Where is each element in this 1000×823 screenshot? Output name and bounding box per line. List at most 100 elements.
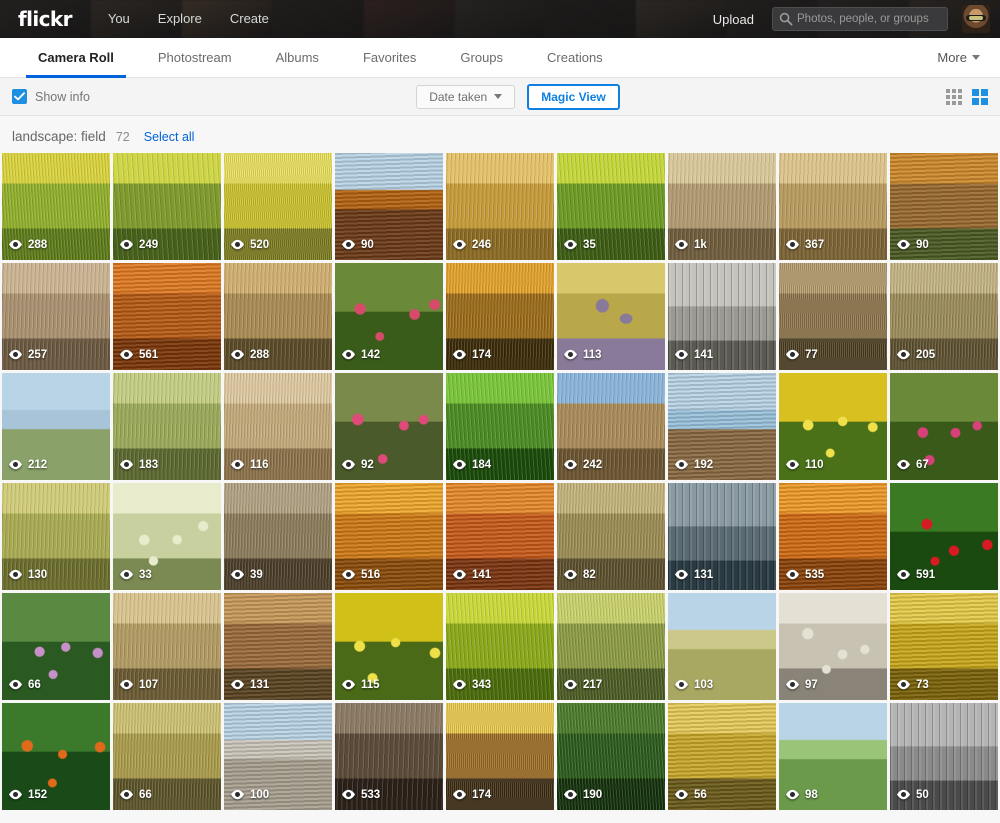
- photo-cell[interactable]: 115: [335, 593, 443, 700]
- tab-favorites[interactable]: Favorites: [341, 38, 438, 77]
- photo-cell[interactable]: 183: [113, 373, 221, 480]
- magic-view-button[interactable]: Magic View: [527, 83, 620, 110]
- photo-cell[interactable]: 217: [557, 593, 665, 700]
- photo-cell[interactable]: 77: [779, 263, 887, 370]
- photo-cell[interactable]: 152: [2, 703, 110, 810]
- photo-cell[interactable]: 257: [2, 263, 110, 370]
- photo-cell[interactable]: 113: [557, 263, 665, 370]
- photo-cell[interactable]: 56: [668, 703, 776, 810]
- photo-cell[interactable]: 130: [2, 483, 110, 590]
- show-info-toggle[interactable]: Show info: [12, 89, 90, 104]
- large-grid-icon[interactable]: [972, 88, 988, 105]
- photo-cell[interactable]: 516: [335, 483, 443, 590]
- photo-cell[interactable]: 174: [446, 263, 554, 370]
- photo-cell[interactable]: 131: [668, 483, 776, 590]
- view-count-value: 67: [916, 459, 929, 472]
- user-avatar[interactable]: [962, 5, 990, 33]
- photo-cell[interactable]: 288: [2, 153, 110, 260]
- nav-create[interactable]: Create: [216, 0, 283, 38]
- photo-cell[interactable]: 249: [113, 153, 221, 260]
- photo-cell[interactable]: 131: [224, 593, 332, 700]
- photo-cell[interactable]: 107: [113, 593, 221, 700]
- photo-cell[interactable]: 343: [446, 593, 554, 700]
- photo-cell[interactable]: 142: [335, 263, 443, 370]
- photo-cell[interactable]: 35: [557, 153, 665, 260]
- more-menu-button[interactable]: More: [937, 38, 984, 77]
- photo-cell[interactable]: 141: [446, 483, 554, 590]
- eye-icon: [341, 457, 356, 475]
- view-count-value: 142: [361, 349, 381, 362]
- photo-cell[interactable]: 141: [668, 263, 776, 370]
- show-info-checkbox[interactable]: [12, 89, 27, 104]
- photo-cell[interactable]: 100: [224, 703, 332, 810]
- tab-groups[interactable]: Groups: [438, 38, 525, 77]
- search-box[interactable]: [772, 7, 948, 31]
- photo-cell[interactable]: 116: [224, 373, 332, 480]
- view-count-value: 130: [28, 569, 48, 582]
- upload-button[interactable]: Upload: [713, 12, 754, 27]
- photo-cell[interactable]: 110: [779, 373, 887, 480]
- photo-cell[interactable]: 212: [2, 373, 110, 480]
- eye-icon: [230, 457, 245, 475]
- photo-cell[interactable]: 242: [557, 373, 665, 480]
- flickr-logo[interactable]: flickr: [18, 9, 72, 29]
- view-count-value: 343: [472, 679, 492, 692]
- tab-creations[interactable]: Creations: [525, 38, 625, 77]
- photo-cell[interactable]: 246: [446, 153, 554, 260]
- view-count-value: 82: [583, 569, 596, 582]
- photo-cell[interactable]: 192: [668, 373, 776, 480]
- photo-cell[interactable]: 33: [113, 483, 221, 590]
- photo-cell[interactable]: 97: [779, 593, 887, 700]
- tab-photostream[interactable]: Photostream: [136, 38, 254, 77]
- view-count-badge: 561: [119, 347, 158, 365]
- search-input[interactable]: [797, 13, 947, 25]
- photo-cell[interactable]: 90: [335, 153, 443, 260]
- view-count-value: 205: [916, 349, 936, 362]
- photo-cell[interactable]: 591: [890, 483, 998, 590]
- photo-cell[interactable]: 190: [557, 703, 665, 810]
- eye-icon: [674, 457, 689, 475]
- photo-cell[interactable]: 66: [2, 593, 110, 700]
- photo-cell[interactable]: 90: [890, 153, 998, 260]
- sort-dropdown-button[interactable]: Date taken: [416, 84, 516, 109]
- view-count-badge: 174: [452, 347, 491, 365]
- tab-camera-roll[interactable]: Camera Roll: [16, 38, 136, 78]
- eye-icon: [8, 347, 23, 365]
- select-all-link[interactable]: Select all: [144, 130, 195, 144]
- photo-cell[interactable]: 367: [779, 153, 887, 260]
- eye-icon: [785, 567, 800, 585]
- photo-cell[interactable]: 1k: [668, 153, 776, 260]
- eye-icon: [230, 787, 245, 805]
- eye-icon: [785, 347, 800, 365]
- nav-explore[interactable]: Explore: [144, 0, 216, 38]
- photo-cell[interactable]: 288: [224, 263, 332, 370]
- photo-cell[interactable]: 98: [779, 703, 887, 810]
- photo-cell[interactable]: 66: [113, 703, 221, 810]
- photo-cell[interactable]: 174: [446, 703, 554, 810]
- photo-cell[interactable]: 535: [779, 483, 887, 590]
- eye-icon: [785, 677, 800, 695]
- nav-you[interactable]: You: [94, 0, 144, 38]
- photo-cell[interactable]: 205: [890, 263, 998, 370]
- small-grid-icon[interactable]: [946, 88, 962, 105]
- view-count-value: 33: [139, 569, 152, 582]
- eye-icon: [119, 347, 134, 365]
- photo-cell[interactable]: 520: [224, 153, 332, 260]
- view-count-badge: 141: [452, 567, 491, 585]
- eye-icon: [785, 787, 800, 805]
- photo-cell[interactable]: 533: [335, 703, 443, 810]
- photo-cell[interactable]: 92: [335, 373, 443, 480]
- photo-cell[interactable]: 103: [668, 593, 776, 700]
- photo-cell[interactable]: 82: [557, 483, 665, 590]
- photo-cell[interactable]: 50: [890, 703, 998, 810]
- tab-albums[interactable]: Albums: [254, 38, 341, 77]
- view-count-badge: 174: [452, 787, 491, 805]
- photo-cell[interactable]: 67: [890, 373, 998, 480]
- site-header: flickr You Explore Create Upload: [0, 0, 1000, 38]
- view-count-value: 131: [694, 569, 714, 582]
- view-count-badge: 73: [896, 677, 929, 695]
- photo-cell[interactable]: 73: [890, 593, 998, 700]
- photo-cell[interactable]: 184: [446, 373, 554, 480]
- photo-cell[interactable]: 39: [224, 483, 332, 590]
- photo-cell[interactable]: 561: [113, 263, 221, 370]
